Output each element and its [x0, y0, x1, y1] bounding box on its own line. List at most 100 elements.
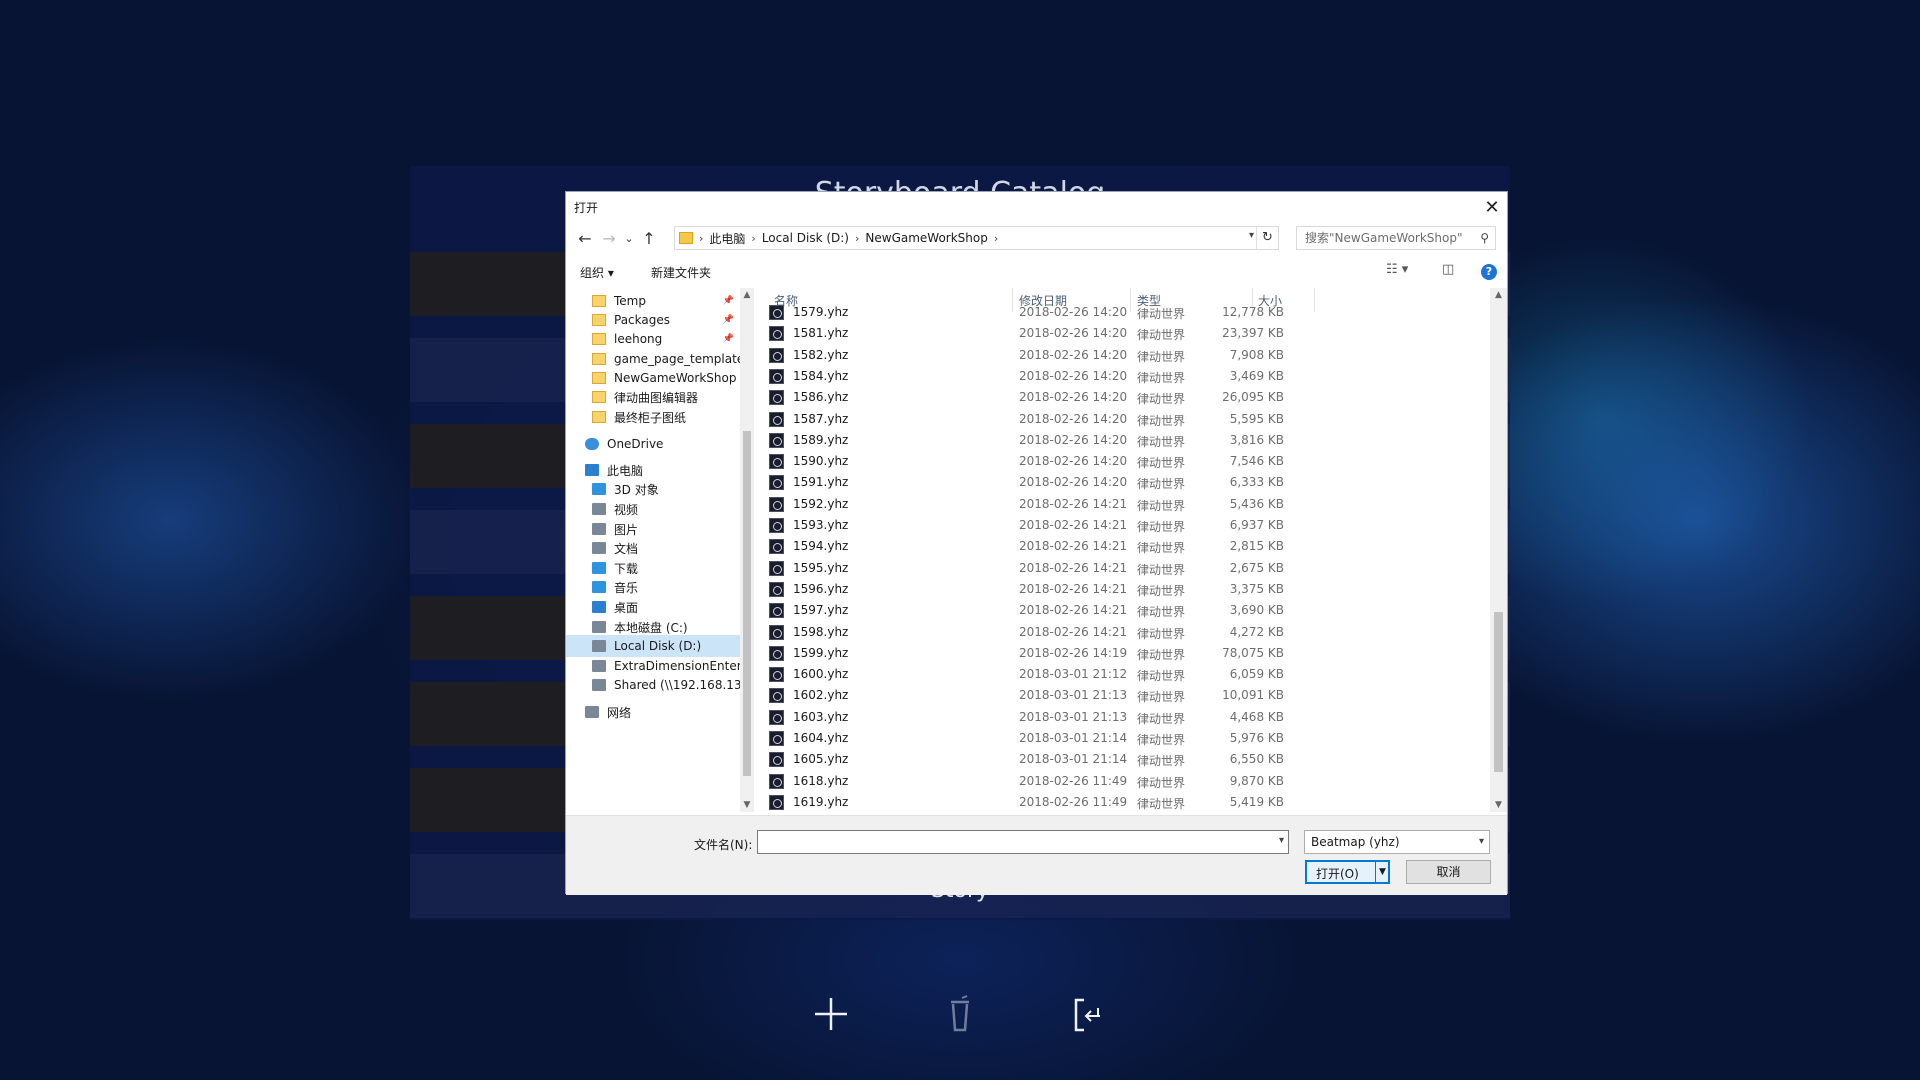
beatmap-file-icon [769, 496, 784, 512]
search-icon[interactable]: ⚲ [1480, 227, 1489, 249]
file-row[interactable]: 1584.yhz 2018-02-26 14:20 律动世界 3,469 KB [756, 366, 1489, 387]
recent-locations-chevron-icon[interactable]: ⌄ [618, 228, 640, 250]
background-list-row-thumb [410, 682, 590, 746]
background-list-row-thumb [410, 424, 590, 488]
cancel-button[interactable]: 取消 [1406, 860, 1491, 884]
sidebar-item-label: 音乐 [614, 580, 639, 595]
open-options-chevron-icon[interactable]: ▼ [1375, 861, 1389, 883]
forward-arrow-icon[interactable]: → [598, 228, 620, 250]
scroll-down-arrow-icon[interactable]: ▼ [1490, 800, 1507, 810]
file-row[interactable]: 1587.yhz 2018-02-26 14:20 律动世界 5,595 KB [756, 409, 1489, 430]
file-row[interactable]: 1581.yhz 2018-02-26 14:20 律动世界 23,397 KB [756, 323, 1489, 344]
search-input[interactable]: 搜索"NewGameWorkShop" ⚲ [1296, 226, 1496, 250]
file-name: 1605.yhz [793, 752, 849, 767]
file-name: 1599.yhz [793, 645, 849, 660]
document-icon [592, 542, 606, 554]
file-row[interactable]: 1586.yhz 2018-02-26 14:20 律动世界 26,095 KB [756, 387, 1489, 408]
file-row[interactable]: 1595.yhz 2018-02-26 14:21 律动世界 2,675 KB [756, 558, 1489, 579]
filename-label: 文件名(N): [694, 838, 753, 852]
file-row[interactable]: 1604.yhz 2018-03-01 21:14 律动世界 5,976 KB [756, 728, 1489, 749]
file-row[interactable]: 1582.yhz 2018-02-26 14:20 律动世界 7,908 KB [756, 345, 1489, 366]
sidebar-item[interactable]: 网络 [566, 701, 740, 723]
sidebar-item[interactable]: Local Disk (D:) [566, 635, 740, 657]
sidebar-item-label: 文档 [614, 541, 639, 556]
navigation-pane-scrollbar[interactable]: ▲ ▼ [740, 288, 754, 812]
up-arrow-icon[interactable]: ↑ [638, 228, 660, 250]
open-button[interactable]: 打开(O) ▼ [1305, 860, 1390, 884]
sidebar-item[interactable]: leehong 📌 [566, 328, 740, 350]
file-date: 2018-02-26 14:20 [1019, 432, 1128, 447]
plus-icon[interactable] [811, 994, 851, 1034]
breadcrumb-newgameworkshop[interactable]: NewGameWorkShop [859, 231, 993, 245]
help-icon[interactable]: ? [1481, 264, 1497, 280]
file-row[interactable]: 1597.yhz 2018-02-26 14:21 律动世界 3,690 KB [756, 600, 1489, 621]
organize-menu-button[interactable]: 组织 ▾ [580, 264, 614, 281]
file-type: 律动世界 [1137, 307, 1186, 321]
file-type: 律动世界 [1137, 562, 1186, 577]
file-type: 律动世界 [1137, 796, 1186, 811]
file-date: 2018-02-26 14:21 [1019, 624, 1128, 639]
address-dropdown-chevron-icon[interactable]: ▾ [1249, 230, 1254, 241]
search-placeholder: 搜索"NewGameWorkShop" [1305, 231, 1463, 245]
file-date: 2018-02-26 14:19 [1019, 645, 1128, 660]
sidebar-item[interactable]: Shared (\\192.168.13 [566, 674, 740, 696]
file-row[interactable]: 1600.yhz 2018-03-01 21:12 律动世界 6,059 KB [756, 664, 1489, 685]
sidebar-item-label: Local Disk (D:) [614, 639, 702, 653]
file-row[interactable]: 1619.yhz 2018-02-26 11:49 律动世界 5,419 KB [756, 792, 1489, 812]
file-list-scrollbar[interactable]: ▲ ▼ [1490, 288, 1507, 812]
exit-icon[interactable] [1068, 994, 1108, 1034]
filename-input[interactable]: ▾ [757, 830, 1289, 854]
file-type: 律动世界 [1137, 328, 1186, 343]
filename-history-chevron-icon[interactable]: ▾ [1279, 835, 1284, 846]
new-folder-button[interactable]: 新建文件夹 [651, 264, 711, 281]
file-row[interactable]: 1598.yhz 2018-02-26 14:21 律动世界 4,272 KB [756, 622, 1489, 643]
breadcrumb-local-disk-d[interactable]: Local Disk (D:) [756, 231, 855, 245]
scroll-up-arrow-icon[interactable]: ▲ [1490, 290, 1507, 300]
file-row[interactable]: 1599.yhz 2018-02-26 14:19 律动世界 78,075 KB [756, 643, 1489, 664]
file-size: 6,550 KB [1229, 752, 1284, 767]
file-row[interactable]: 1602.yhz 2018-03-01 21:13 律动世界 10,091 KB [756, 685, 1489, 706]
back-arrow-icon[interactable]: ← [574, 228, 596, 250]
sidebar-item[interactable]: OneDrive [566, 433, 740, 455]
file-row[interactable]: 1603.yhz 2018-03-01 21:13 律动世界 4,468 KB [756, 707, 1489, 728]
refresh-icon[interactable]: ↻ [1256, 227, 1278, 249]
file-row[interactable]: 1618.yhz 2018-02-26 11:49 律动世界 9,870 KB [756, 771, 1489, 792]
sidebar-item[interactable]: 音乐 [566, 576, 740, 598]
sidebar-item[interactable]: 3D 对象 [566, 478, 740, 500]
download-icon [592, 562, 606, 574]
folder-icon [592, 372, 606, 384]
file-row[interactable]: 1594.yhz 2018-02-26 14:21 律动世界 2,815 KB [756, 536, 1489, 557]
file-name: 1591.yhz [793, 475, 849, 490]
scroll-down-arrow-icon[interactable]: ▼ [740, 800, 754, 810]
file-size: 5,595 KB [1229, 411, 1284, 426]
file-row[interactable]: 1593.yhz 2018-02-26 14:21 律动世界 6,937 KB [756, 515, 1489, 536]
sidebar-item[interactable]: 律动曲图编辑器 [566, 386, 740, 408]
folder-icon [592, 411, 606, 423]
sidebar-item[interactable]: 桌面 [566, 596, 740, 618]
file-row[interactable]: 1592.yhz 2018-02-26 14:21 律动世界 5,436 KB [756, 494, 1489, 515]
scroll-up-arrow-icon[interactable]: ▲ [740, 290, 754, 300]
beatmap-file-icon [769, 794, 784, 810]
file-row[interactable]: 1590.yhz 2018-02-26 14:20 律动世界 7,546 KB [756, 451, 1489, 472]
sidebar-item[interactable]: 视频 [566, 498, 740, 520]
file-row[interactable]: 1579.yhz 2018-02-26 14:20 律动世界 12,778 KB [756, 302, 1489, 323]
filetype-select[interactable]: Beatmap (yhz) ▾ [1304, 830, 1490, 854]
view-options-icon[interactable]: ☷ ▾ [1386, 262, 1408, 277]
scrollbar-thumb[interactable] [743, 431, 751, 776]
dialog-titlebar: 打开 ✕ [566, 192, 1507, 222]
address-bar[interactable]: › 此电脑 › Local Disk (D:) › NewGameWorkSho… [674, 226, 1279, 250]
breadcrumb-separator-icon[interactable]: › [994, 232, 998, 245]
file-row[interactable]: 1589.yhz 2018-02-26 14:20 律动世界 3,816 KB [756, 430, 1489, 451]
close-icon[interactable]: ✕ [1477, 192, 1507, 222]
trash-icon[interactable] [940, 994, 980, 1034]
file-row[interactable]: 1605.yhz 2018-03-01 21:14 律动世界 6,550 KB [756, 749, 1489, 770]
file-row[interactable]: 1591.yhz 2018-02-26 14:20 律动世界 6,333 KB [756, 472, 1489, 493]
sidebar-item[interactable]: 最终柜子图纸 [566, 406, 740, 428]
scrollbar-thumb[interactable] [1494, 612, 1503, 772]
breadcrumb-this-pc[interactable]: 此电脑 [703, 230, 751, 247]
beatmap-file-icon [769, 326, 784, 342]
preview-pane-icon[interactable]: ◫ [1442, 262, 1454, 277]
sidebar-item[interactable]: 文档 [566, 537, 740, 559]
file-type: 律动世界 [1137, 605, 1186, 620]
file-row[interactable]: 1596.yhz 2018-02-26 14:21 律动世界 3,375 KB [756, 579, 1489, 600]
